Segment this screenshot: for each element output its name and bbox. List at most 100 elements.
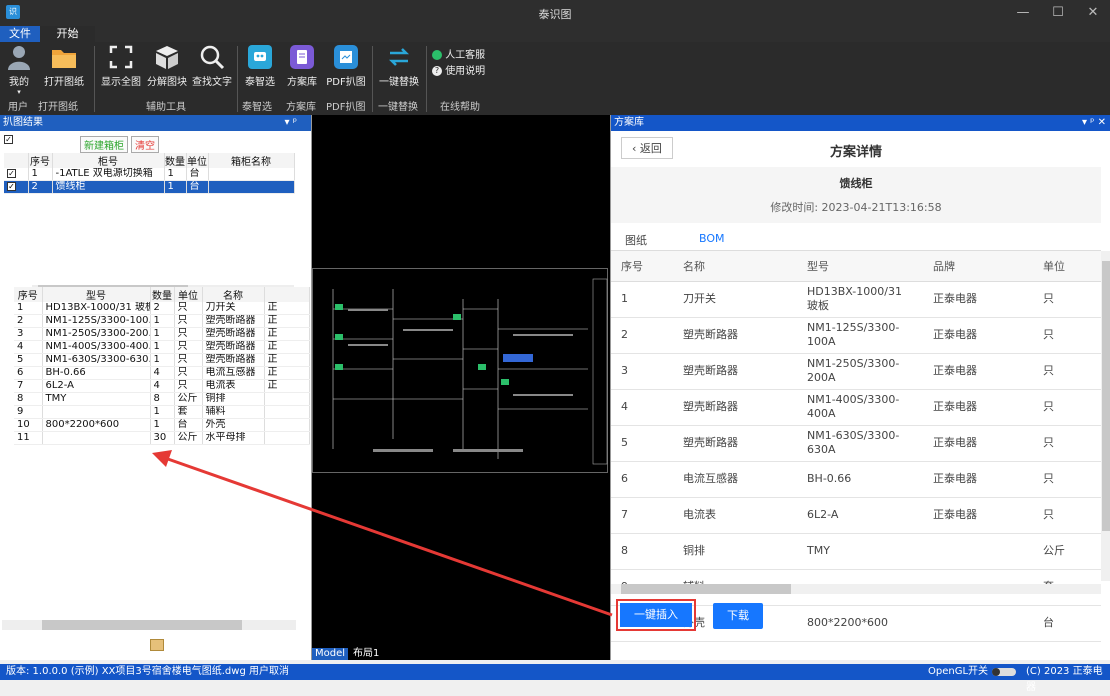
cell: 塑壳断路器 bbox=[202, 314, 265, 328]
table-row[interactable]: 6 BH-0.66 4 只电流互感器正 bbox=[14, 366, 310, 380]
scheme-library-button[interactable]: 方案库 bbox=[283, 44, 321, 88]
row-checkbox[interactable]: ✓ bbox=[7, 168, 16, 178]
user-button[interactable]: 我的 ▾ bbox=[4, 44, 34, 96]
pin-icon[interactable]: ▾ ᵖ bbox=[285, 115, 297, 131]
cell: 正 bbox=[264, 353, 310, 367]
tab-drawing[interactable]: 图纸 bbox=[625, 232, 647, 248]
table-row[interactable]: 11 30 公斤 水平母排 bbox=[14, 431, 310, 445]
cell: 正泰电器 bbox=[923, 353, 1033, 390]
col-header: 箱柜名称 bbox=[208, 153, 295, 168]
cell: 1 bbox=[150, 340, 175, 354]
tab-file[interactable]: 文件 bbox=[0, 26, 40, 42]
explode-block-label: 分解图块 bbox=[147, 77, 187, 88]
cell: NM1-125S/3300-100. bbox=[42, 314, 151, 328]
one-click-replace-button[interactable]: 一键替换 bbox=[376, 44, 422, 88]
tab-model[interactable]: Model bbox=[312, 648, 349, 660]
table-row[interactable]: 8 铜排 TMY 公斤 bbox=[611, 533, 1101, 570]
table-row[interactable]: 3 塑壳断路器 NM1-250S/3300-200A 正泰电器只 bbox=[611, 353, 1101, 390]
cell: 套 bbox=[174, 405, 203, 419]
row-checkbox-cell: ✓ bbox=[4, 168, 29, 181]
open-drawing-button[interactable]: 打开图纸 bbox=[38, 44, 90, 88]
table-row[interactable]: 6 电流互感器 BH-0.66 正泰电器只 bbox=[611, 461, 1101, 498]
minimize-button[interactable]: — bbox=[1010, 3, 1036, 23]
cell: 3 bbox=[14, 327, 43, 341]
cell: NM1-250S/3300-200A bbox=[797, 353, 923, 390]
tab-layout1[interactable]: 布局1 bbox=[350, 648, 382, 660]
table-row[interactable]: 7 6L2-A 4 只电流表正 bbox=[14, 379, 310, 393]
table-row[interactable]: 3 NM1-250S/3300-200. 1 只塑壳断路器正 bbox=[14, 327, 310, 341]
cell: 只 bbox=[1033, 497, 1101, 534]
search-icon bbox=[200, 45, 225, 70]
taizhi-button[interactable]: 泰智选 bbox=[240, 44, 280, 88]
col-header: 单位 bbox=[186, 153, 209, 168]
new-cabinet-button[interactable]: 新建箱柜 bbox=[80, 136, 128, 153]
table-row[interactable]: 2 塑壳断路器 NM1-125S/3300-100A 正泰电器只 bbox=[611, 317, 1101, 354]
cell: -1ATLE 双电源切换箱 bbox=[52, 168, 165, 181]
table-row[interactable]: 9 1 套辅料 bbox=[14, 405, 310, 419]
table-row[interactable]: ✓ 1 -1ATLE 双电源切换箱 1 台 bbox=[4, 168, 295, 181]
group-label: 打开图纸 bbox=[38, 102, 78, 113]
tab-bom[interactable]: BOM bbox=[685, 232, 739, 252]
close-button[interactable]: ✕ bbox=[1080, 3, 1106, 23]
cell: NM1-400S/3300-400. bbox=[42, 340, 151, 354]
export-icon[interactable] bbox=[150, 639, 164, 651]
panel-header: 扒图结果 ▾ ᵖ bbox=[0, 115, 311, 131]
cell: 6 bbox=[611, 461, 673, 498]
close-panel-icon[interactable]: ▾ ᵖ ✕ bbox=[1082, 115, 1106, 131]
table-row[interactable]: 2 NM1-125S/3300-100. 1 只塑壳断路器正 bbox=[14, 314, 310, 328]
table-row[interactable]: 5 塑壳断路器 NM1-630S/3300-630A 正泰电器只 bbox=[611, 425, 1101, 462]
horizontal-scrollbar[interactable] bbox=[611, 584, 1101, 594]
one-click-insert-button[interactable]: 一键插入 bbox=[620, 603, 692, 627]
tab-start[interactable]: 开始 bbox=[40, 26, 95, 42]
scheme-library-panel: 方案库 ▾ ᵖ ✕ ‹ 返回 方案详情 馈线柜 修改时间: 2023-04-21T… bbox=[610, 115, 1110, 660]
customer-service-link[interactable]: 人工客服 bbox=[432, 46, 485, 61]
row-checkbox[interactable]: ✓ bbox=[7, 181, 16, 191]
cell: 5 bbox=[14, 353, 43, 367]
download-button[interactable]: 下载 bbox=[713, 603, 763, 629]
manual-link[interactable]: ? 使用说明 bbox=[432, 62, 485, 77]
cell: 800*2200*600 bbox=[42, 418, 151, 432]
cad-canvas[interactable]: Model 布局1 bbox=[312, 115, 610, 660]
table-row[interactable]: 10 800*2200*600 1 台外壳 bbox=[14, 418, 310, 432]
cell: HD13BX-1000/31 玻板 bbox=[797, 281, 923, 318]
cell: NM1-250S/3300-200. bbox=[42, 327, 151, 341]
cell: 10 bbox=[14, 418, 43, 432]
find-text-button[interactable]: 查找文字 bbox=[190, 44, 234, 88]
pdf-extract-button[interactable]: PDF扒图 bbox=[324, 44, 368, 88]
status-bar: 版本: 1.0.0.0 (示例) XX项目3号宿舍楼电气图纸.dwg 用户取消 … bbox=[0, 664, 1110, 693]
separator bbox=[237, 46, 238, 112]
table-row[interactable]: 1 HD13BX-1000/31 玻板 2 只刀开关正 bbox=[14, 302, 310, 315]
vertical-scrollbar[interactable] bbox=[1101, 251, 1110, 581]
table-row[interactable]: 7 电流表 6L2-A 正泰电器只 bbox=[611, 497, 1101, 534]
cell: 2 bbox=[150, 302, 175, 315]
cell: 塑壳断路器 bbox=[202, 340, 265, 354]
table-row[interactable]: 4 NM1-400S/3300-400. 1 只塑壳断路器正 bbox=[14, 340, 310, 354]
cell: 正 bbox=[264, 366, 310, 380]
table-row[interactable]: ✓ 2 馈线柜 1 台 bbox=[4, 180, 295, 194]
cell: 正泰电器 bbox=[923, 497, 1033, 534]
scheme-library-label: 方案库 bbox=[287, 77, 317, 88]
cell: 台 bbox=[174, 418, 203, 432]
horizontal-scrollbar[interactable] bbox=[2, 620, 296, 630]
maximize-button[interactable]: ☐ bbox=[1045, 3, 1071, 23]
explode-block-button[interactable]: 分解图块 bbox=[144, 44, 190, 88]
cell: TMY bbox=[797, 533, 923, 570]
table-row[interactable]: 4 塑壳断路器 NM1-400S/3300-400A 正泰电器只 bbox=[611, 389, 1101, 426]
table-row[interactable]: 1 刀开关 HD13BX-1000/31 玻板 正泰电器只 bbox=[611, 281, 1101, 318]
table-row[interactable]: 5 NM1-630S/3300-630. 1 只塑壳断路器正 bbox=[14, 353, 310, 367]
cell: 只 bbox=[174, 353, 203, 367]
cell: BH-0.66 bbox=[42, 366, 151, 380]
cell bbox=[923, 605, 1033, 642]
insert-highlight: 一键插入 bbox=[616, 599, 696, 631]
show-all-button[interactable]: 显示全图 bbox=[98, 44, 144, 88]
cell: 6L2-A bbox=[42, 379, 151, 393]
cell: 4 bbox=[611, 389, 673, 426]
table-row[interactable]: 8 TMY 8 公斤 铜排 bbox=[14, 392, 310, 406]
cad-drawing bbox=[332, 278, 608, 465]
cell: 公斤 bbox=[1033, 533, 1101, 570]
cell bbox=[42, 431, 151, 445]
opengl-toggle[interactable] bbox=[992, 668, 1016, 676]
cell: 塑壳断路器 bbox=[202, 353, 265, 367]
clear-button[interactable]: 清空 bbox=[131, 136, 159, 153]
select-all-checkbox[interactable]: ✓ bbox=[4, 135, 13, 144]
